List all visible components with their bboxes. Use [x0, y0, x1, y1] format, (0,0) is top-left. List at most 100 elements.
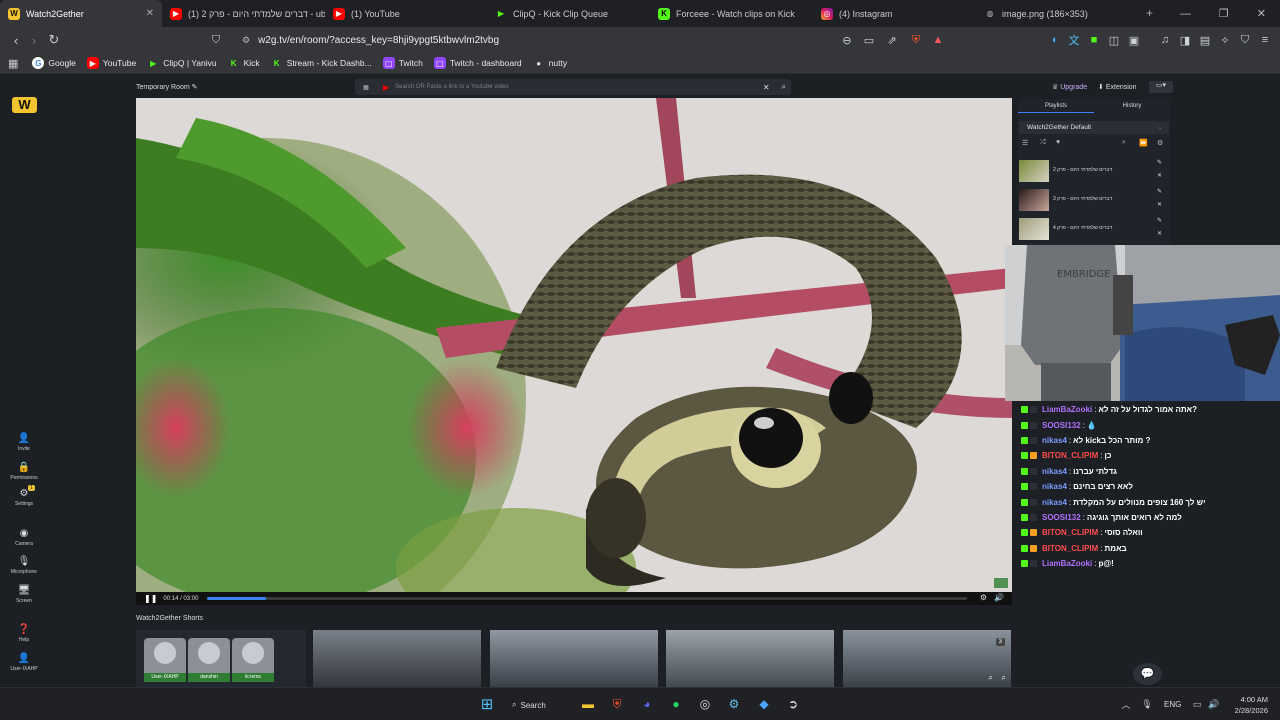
watch2gether-logo[interactable]: W [12, 97, 37, 113]
reload-icon[interactable]: ↻ [44, 30, 64, 50]
tab-image[interactable]: ◍ image.png (186×353) [976, 0, 1138, 27]
brave-shield-icon[interactable]: ⛨ [908, 32, 924, 48]
translate-icon[interactable]: 文 [1066, 32, 1082, 48]
user-tile[interactable]: licrems [232, 638, 274, 682]
pause-icon[interactable]: ❚❚ [144, 594, 157, 603]
playlist-item[interactable]: דברים שלמדתי היום - פרק 2 ✎ ✕ [1018, 157, 1164, 185]
short-thumbnail[interactable]: 3 ⌕ ⌕ [843, 630, 1011, 687]
chat-username[interactable]: LiamBaZooki [1042, 405, 1092, 414]
screenshot-icon[interactable]: ▣ [1126, 32, 1142, 48]
search-icon[interactable]: ⌕ [782, 82, 786, 92]
brave-icon[interactable]: ⛨ [608, 695, 626, 713]
chat-username[interactable]: nikas4 [1042, 436, 1067, 445]
video-search-input[interactable]: Search OR Paste a link to a Youtube vide… [395, 84, 508, 90]
progress-bar[interactable] [207, 597, 967, 600]
gear-icon[interactable]: ⚙ [1157, 139, 1163, 147]
microphone-icon[interactable]: 🎙 [1138, 695, 1156, 713]
search-icon[interactable]: ⌕ [1122, 139, 1126, 147]
close-icon[interactable]: ✕ [146, 8, 154, 19]
bookmark-icon[interactable]: ⛉ [206, 30, 226, 50]
steam-icon[interactable]: ⚙ [725, 695, 743, 713]
video-player[interactable] [136, 98, 1012, 592]
site-info-icon[interactable]: ⚙ [242, 35, 250, 46]
taskbar-search[interactable]: ⌕ Search [512, 696, 570, 714]
tab-watch2gether[interactable]: W Watch2Gether ✕ [0, 0, 162, 27]
clock[interactable]: 4:00 AM 2/28/2026 [1228, 694, 1268, 716]
windows-start-icon[interactable]: ⊞ [478, 695, 496, 713]
extension-button[interactable]: ⬇ Extension [1098, 83, 1137, 91]
zoom-in-icon[interactable]: ⌕ [989, 673, 993, 683]
help-button[interactable]: ❓ Help [0, 624, 48, 643]
discord-icon[interactable]: ◕ [638, 695, 656, 713]
obs-icon[interactable]: ◎ [696, 695, 714, 713]
bookmark-nutty[interactable]: ● nutty [533, 57, 567, 69]
tab-forceee[interactable]: K Forceee - Watch clips on Kick [650, 0, 813, 27]
spotify-icon[interactable]: ● [667, 695, 685, 713]
tab-clipq[interactable]: ▶ ClipQ - Kick Clip Queue [487, 0, 650, 27]
file-explorer-icon[interactable]: ▬ [579, 695, 597, 713]
back-icon[interactable]: ‹ [6, 30, 26, 50]
bookmark-google[interactable]: G Google [32, 57, 76, 69]
chat-bubble-icon[interactable]: 💬 [1133, 663, 1162, 685]
edit-icon[interactable]: ✎ [192, 84, 198, 91]
menu-icon[interactable]: ≡ [1257, 32, 1273, 48]
extension-audio-icon[interactable]: ◖ [1046, 32, 1062, 48]
invite-button[interactable]: 👤 Invite [0, 433, 48, 452]
chat-username[interactable]: nikas4 [1042, 467, 1067, 476]
permissions-button[interactable]: 🔒 Permissions [0, 462, 48, 481]
short-thumbnail[interactable] [490, 630, 658, 687]
app-icon[interactable]: ◆ [755, 695, 773, 713]
gear-icon[interactable]: ⚙ [980, 593, 987, 602]
extension-icon[interactable]: ◫ [1106, 32, 1122, 48]
display-icon[interactable]: ▭ [1188, 695, 1206, 713]
screen-button[interactable]: 🖥 Screen [0, 585, 48, 604]
share-icon[interactable]: ⇗ [884, 32, 900, 48]
leo-ai-icon[interactable]: ✧ [1217, 32, 1233, 48]
settings-button[interactable]: ⚙ Settings 1 [0, 485, 48, 507]
sidebar-icon[interactable]: ◨ [1177, 32, 1193, 48]
close-window-icon[interactable]: ✕ [1257, 7, 1266, 20]
chat-username[interactable]: SOOSI132 [1042, 513, 1081, 522]
apps-icon[interactable]: ▦ [8, 57, 18, 70]
chat-username[interactable]: LiamBaZooki [1042, 559, 1092, 568]
edit-icon[interactable]: ✎ [1157, 217, 1162, 224]
app-arrow-icon[interactable]: ➲ [784, 695, 802, 713]
playlist-item[interactable]: דברים שלמדתי היום - פרק 4 ✎ ✕ [1018, 215, 1164, 243]
bookmark-twitch-dashboard[interactable]: ▢ Twitch - dashboard [433, 57, 522, 69]
playlist-select[interactable]: Watch2Gether Default ⌄ [1019, 121, 1169, 134]
microphone-button[interactable]: 🎙 Microphone [0, 556, 48, 575]
video-search-bar[interactable]: ▦ ▶ Search OR Paste a link to a Youtube … [355, 79, 791, 95]
tab-playlists[interactable]: Playlists [1018, 99, 1094, 113]
user-tile[interactable]: User-IXAHP [144, 638, 186, 682]
edit-icon[interactable]: ✎ [1157, 159, 1162, 166]
media-icon[interactable]: ♫ [1157, 32, 1173, 48]
bookmark-clipq[interactable]: ▶ ClipQ | Yanivu [147, 57, 216, 69]
layout-toggle[interactable]: ▭▾ [1149, 81, 1173, 93]
close-icon[interactable]: ✕ [1157, 201, 1162, 208]
tab-youtube-episode[interactable]: ▶ (1) דברים שלמדתי היום - פרק 2 - ube [162, 0, 325, 27]
brave-rewards-icon[interactable]: ▲ [930, 32, 946, 48]
restore-icon[interactable]: ❐ [1219, 7, 1229, 20]
user-tile[interactable]: danshin [188, 638, 230, 682]
kick-extension-icon[interactable]: ■ [1086, 32, 1102, 48]
chat-username[interactable]: SOOSI132 [1042, 421, 1081, 430]
short-thumbnail[interactable] [313, 630, 481, 687]
short-thumbnail[interactable] [666, 630, 834, 687]
new-tab-button[interactable]: + [1146, 6, 1153, 20]
chat-username[interactable]: BITON_CLIPIM [1042, 544, 1098, 553]
wallet-icon[interactable]: ▤ [1197, 32, 1213, 48]
close-icon[interactable]: ✕ [1157, 172, 1162, 179]
language-indicator[interactable]: ENG [1164, 700, 1181, 709]
chat-username[interactable]: nikas4 [1042, 498, 1067, 507]
heart-icon[interactable]: ♥ [1056, 139, 1060, 146]
close-icon[interactable]: ✕ [1157, 230, 1162, 237]
zoom-out-icon[interactable]: ⌕ [1002, 673, 1006, 683]
tab-history[interactable]: History [1094, 99, 1170, 113]
grid-icon[interactable]: ▦ [355, 84, 377, 91]
playlist-item[interactable]: דברים שלמדתי היום - פרק 3 ✎ ✕ [1018, 186, 1164, 214]
tab-instagram[interactable]: ◎ (4) Instagram [813, 0, 976, 27]
chat-username[interactable]: BITON_CLIPIM [1042, 451, 1098, 460]
bookmark-kick[interactable]: K Kick [228, 57, 260, 69]
volume-icon[interactable]: 🔊 [1205, 695, 1223, 713]
chat-username[interactable]: nikas4 [1042, 482, 1067, 491]
